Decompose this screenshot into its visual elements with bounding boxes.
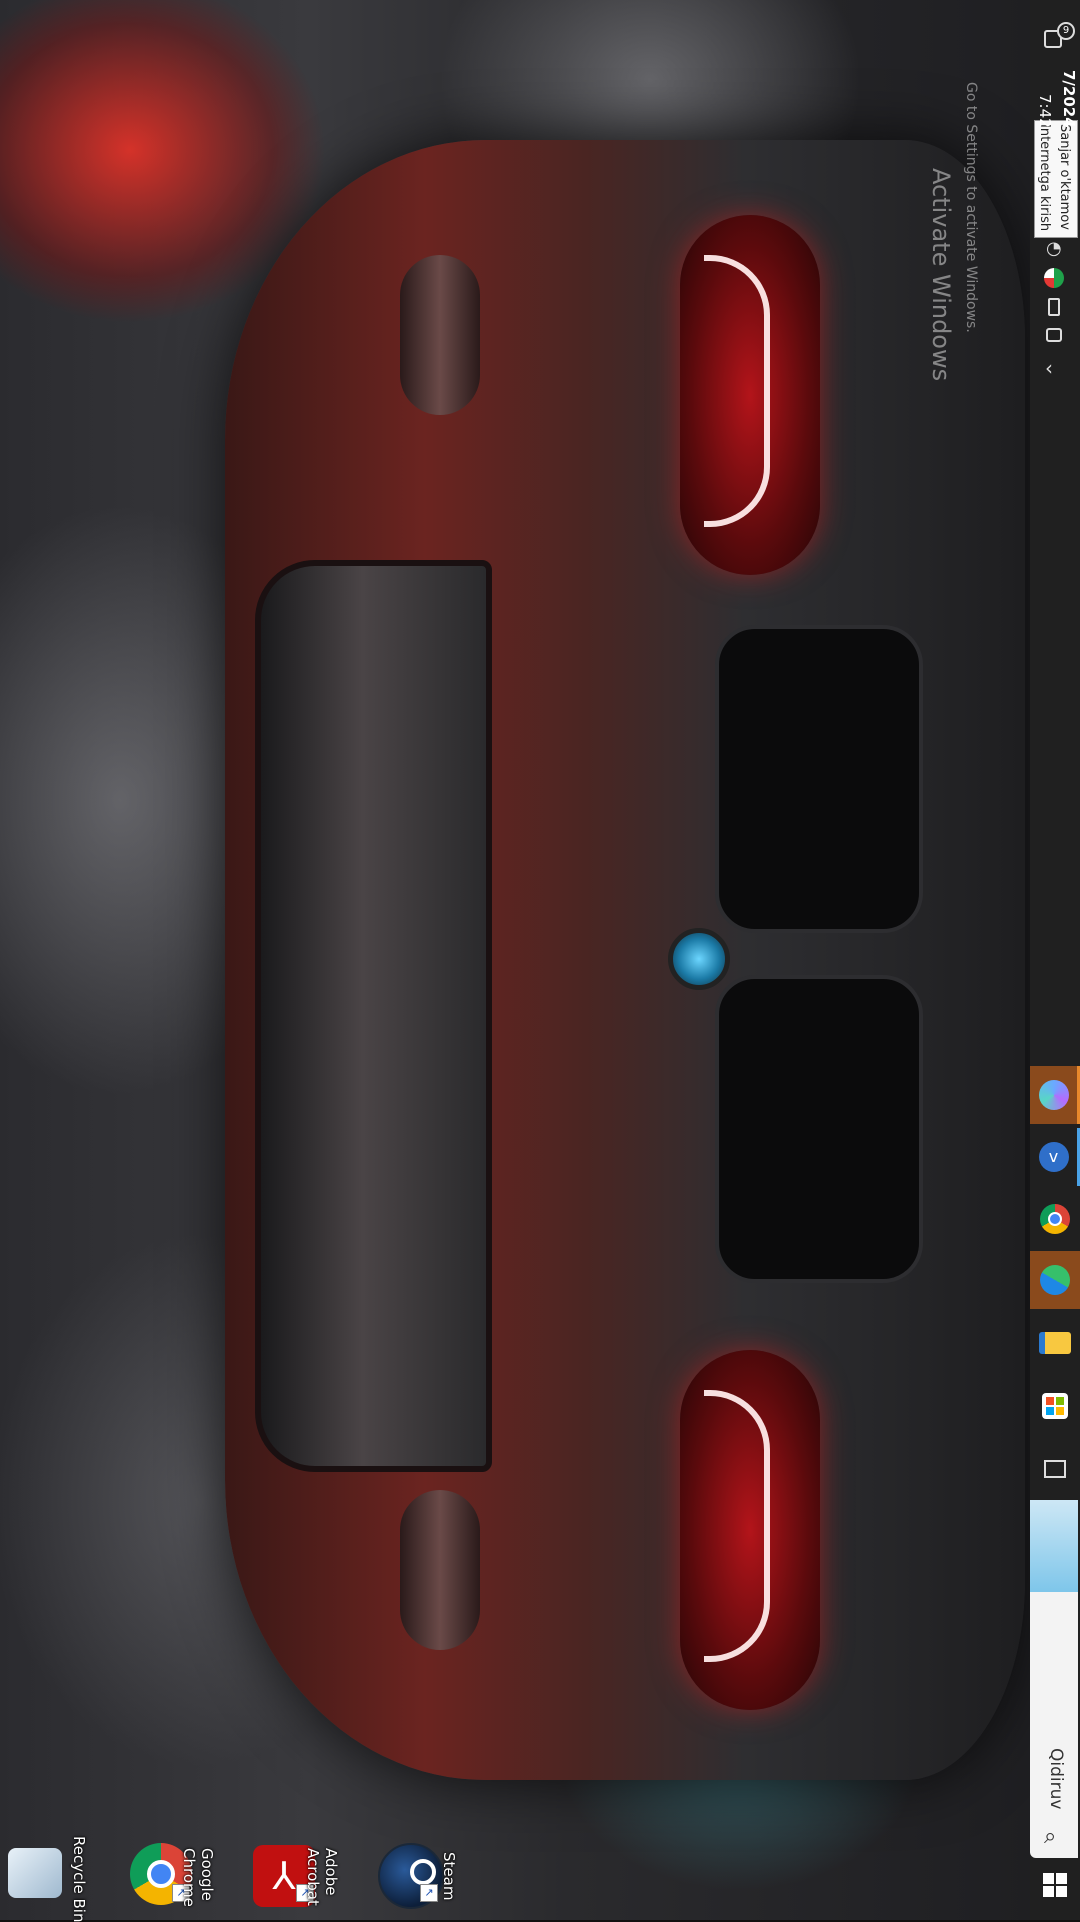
start-button[interactable] xyxy=(1043,1873,1067,1897)
wallpaper-mirror xyxy=(400,1490,480,1650)
taskbar-app[interactable]: v xyxy=(1030,1128,1080,1186)
show-hidden-icons-chevron-icon[interactable]: ‹ xyxy=(1045,356,1053,380)
edge-icon xyxy=(1040,1265,1070,1295)
app-icon: v xyxy=(1038,1142,1069,1172)
windows-logo-icon xyxy=(1043,1886,1054,1897)
desktop-icon-label: Google xyxy=(198,1848,216,1901)
wallpaper-car-window xyxy=(255,560,492,1472)
windows-logo-icon xyxy=(1043,1873,1054,1884)
chrome-center xyxy=(147,1860,175,1888)
clock-date: 7/2024 xyxy=(1060,70,1078,128)
desktop-icon-label: Steam xyxy=(440,1852,458,1901)
recycle-bin-icon xyxy=(8,1848,62,1898)
activate-windows-title: Activate Windows xyxy=(927,168,955,382)
search-highlight-image xyxy=(1030,1500,1078,1592)
folder-icon xyxy=(1039,1332,1071,1354)
taskbar-edge[interactable] xyxy=(1030,1251,1080,1309)
store-tile xyxy=(1046,1407,1054,1415)
desktop-icon-label-wrap: Adobe Acrobat xyxy=(304,1848,340,1906)
wallpaper-mirror xyxy=(400,255,480,415)
battery-icon[interactable] xyxy=(1048,298,1060,316)
clock-time-wrap[interactable]: 7:42 xyxy=(1034,94,1056,128)
search-placeholder: Qidiruv xyxy=(1046,1748,1066,1810)
store-icon xyxy=(1042,1393,1068,1419)
desktop-icon-label: Chrome xyxy=(180,1848,198,1907)
task-view-icon xyxy=(1044,1460,1066,1478)
taskbar-task-view[interactable] xyxy=(1030,1440,1080,1498)
activate-windows-watermark: Go to Settings to activate Windows. xyxy=(962,82,980,333)
activate-windows-title-wrap: Activate Windows xyxy=(927,168,955,381)
desktop-wallpaper xyxy=(0,0,1030,1920)
search-icon: ⌕ xyxy=(1044,1824,1057,1849)
taskbar-chrome[interactable] xyxy=(1030,1190,1080,1248)
store-tile xyxy=(1056,1397,1064,1405)
activate-windows-subtitle: Go to Settings to activate Windows. xyxy=(963,82,979,333)
steam-gear xyxy=(410,1859,436,1885)
taskbar-microsoft-store[interactable] xyxy=(1030,1377,1080,1435)
clock[interactable]: 7/2024 xyxy=(1058,70,1080,128)
windows-logo-icon xyxy=(1056,1886,1067,1897)
desktop-icon-label-wrap: Google Chrome xyxy=(180,1848,216,1907)
desktop-icon-label-wrap: Steam xyxy=(440,1852,458,1900)
wallpaper-badge xyxy=(668,928,730,990)
copilot-icon xyxy=(1038,1080,1069,1110)
chrome-icon xyxy=(1040,1204,1070,1234)
search-placeholder-wrap: Qidiruv xyxy=(1046,1748,1066,1809)
taskbar-copilot[interactable] xyxy=(1030,1066,1080,1124)
wallpaper-grille xyxy=(715,625,923,933)
desktop-icon-label: Acrobat xyxy=(304,1848,322,1906)
tray-app-icon[interactable] xyxy=(1046,328,1062,342)
desktop-icon-label: Recycle Bin xyxy=(70,1836,88,1922)
wallpaper-taillight xyxy=(680,215,820,575)
security-shield-icon[interactable] xyxy=(1044,268,1064,288)
windows-logo-icon xyxy=(1056,1873,1067,1884)
shortcut-arrow-icon: ↗ xyxy=(420,1884,438,1902)
clock-time: 7:42 xyxy=(1036,94,1054,128)
desktop-icon-label-wrap: Recycle Bin xyxy=(70,1836,88,1922)
store-tile xyxy=(1046,1397,1054,1405)
wifi-icon[interactable]: ◔ xyxy=(1046,238,1062,259)
network-tooltip-text: Sanjar o'ktamov Internetga kirish xyxy=(1034,124,1074,231)
notification-badge: 9 xyxy=(1057,22,1075,40)
chrome-center xyxy=(1048,1212,1062,1226)
wallpaper-taillight xyxy=(680,1350,820,1710)
tooltip-line-2: Internetga kirish xyxy=(1037,124,1052,232)
store-tile xyxy=(1056,1407,1064,1415)
taskbar-file-explorer[interactable] xyxy=(1030,1314,1080,1372)
desktop-icon-label: Adobe xyxy=(322,1848,340,1896)
wallpaper-grille xyxy=(715,975,923,1283)
tooltip-line-1: Sanjar o'ktamov xyxy=(1057,124,1072,230)
